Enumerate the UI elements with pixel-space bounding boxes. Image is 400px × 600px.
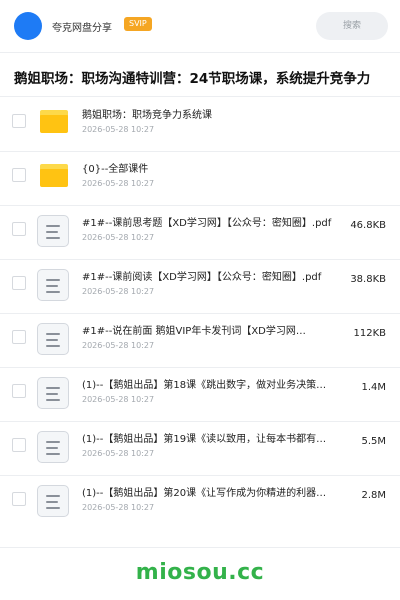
file-name[interactable]: {0}--全部课件: [82, 160, 332, 175]
file-row[interactable]: #1#--课前思考题【XD学习网】【公众号：密知圈】.pdf 2026-05-2…: [0, 205, 400, 259]
document-icon: [37, 485, 69, 517]
file-size: 1.4M: [361, 382, 386, 393]
row-checkbox[interactable]: [12, 276, 26, 290]
file-size: 2.8M: [361, 490, 386, 501]
file-name[interactable]: #1#--课前思考题【XD学习网】【公众号：密知圈】.pdf: [82, 214, 332, 229]
file-row[interactable]: #1#--课前阅读【XD学习网】【公众号：密知圈】.pdf 2026-05-28…: [0, 259, 400, 313]
row-checkbox[interactable]: [12, 438, 26, 452]
file-date: 2026-05-28 10:27: [82, 287, 155, 296]
row-checkbox[interactable]: [12, 222, 26, 236]
row-checkbox[interactable]: [12, 492, 26, 506]
file-name[interactable]: #1#--说在前面 鹅姐VIP年卡发刊词【XD学习网】.pdf: [82, 322, 312, 337]
file-date: 2026-05-28 10:27: [82, 179, 155, 188]
file-row[interactable]: #1#--说在前面 鹅姐VIP年卡发刊词【XD学习网】.pdf 2026-05-…: [0, 313, 400, 367]
file-row[interactable]: (1)--【鹅姐出品】第18课《跳出数字，做对业务决策》.pdf 2026-05…: [0, 367, 400, 421]
file-date: 2026-05-28 10:27: [82, 503, 155, 512]
search-button[interactable]: 搜索: [316, 12, 388, 40]
file-name[interactable]: (1)--【鹅姐出品】第18课《跳出数字，做对业务决策》.pdf: [82, 376, 327, 391]
svip-badge: SVIP: [124, 17, 152, 31]
file-row[interactable]: (1)--【鹅姐出品】第19课《读以致用，让每本书都有收获》.pdf 2026-…: [0, 421, 400, 475]
list-bottom-divider: [0, 547, 400, 548]
file-row[interactable]: {0}--全部课件 2026-05-28 10:27: [0, 151, 400, 205]
row-checkbox[interactable]: [12, 168, 26, 182]
file-size: 112KB: [353, 328, 386, 339]
file-date: 2026-05-28 10:27: [82, 395, 155, 404]
file-row[interactable]: 鹅姐职场：职场竞争力系统课 2026-05-28 10:27: [0, 97, 400, 151]
document-icon: [37, 377, 69, 409]
watermark: miosou.cc: [135, 560, 265, 585]
folder-icon: [40, 110, 68, 133]
file-name[interactable]: (1)--【鹅姐出品】第20课《让写作成为你精进的利器》.pdf: [82, 484, 327, 499]
row-checkbox[interactable]: [12, 330, 26, 344]
row-checkbox[interactable]: [12, 114, 26, 128]
file-date: 2026-05-28 10:27: [82, 449, 155, 458]
title-bar: 鹅姐职场：职场沟通特训营：24节职场课，系统提升竞争力: [0, 52, 400, 96]
row-checkbox[interactable]: [12, 384, 26, 398]
document-icon: [37, 269, 69, 301]
avatar[interactable]: [14, 12, 42, 40]
file-date: 2026-05-28 10:27: [82, 233, 155, 242]
header: 夸克网盘分享 SVIP 搜索: [0, 0, 400, 52]
file-date: 2026-05-28 10:27: [82, 341, 155, 350]
file-name[interactable]: 鹅姐职场：职场竞争力系统课: [82, 106, 332, 121]
file-size: 38.8KB: [350, 274, 386, 285]
folder-icon: [40, 164, 68, 187]
file-name[interactable]: #1#--课前阅读【XD学习网】【公众号：密知圈】.pdf: [82, 268, 332, 283]
file-row[interactable]: (1)--【鹅姐出品】第20课《让写作成为你精进的利器》.pdf 2026-05…: [0, 475, 400, 529]
document-icon: [37, 323, 69, 355]
document-icon: [37, 215, 69, 247]
file-date: 2026-05-28 10:27: [82, 125, 155, 134]
file-size: 5.5M: [361, 436, 386, 447]
user-name: 夸克网盘分享: [52, 23, 112, 34]
document-icon: [37, 431, 69, 463]
file-name[interactable]: (1)--【鹅姐出品】第19课《读以致用，让每本书都有收获》.pdf: [82, 430, 327, 445]
page-title: 鹅姐职场：职场沟通特训营：24节职场课，系统提升竞争力: [14, 71, 371, 87]
file-size: 46.8KB: [350, 220, 386, 231]
